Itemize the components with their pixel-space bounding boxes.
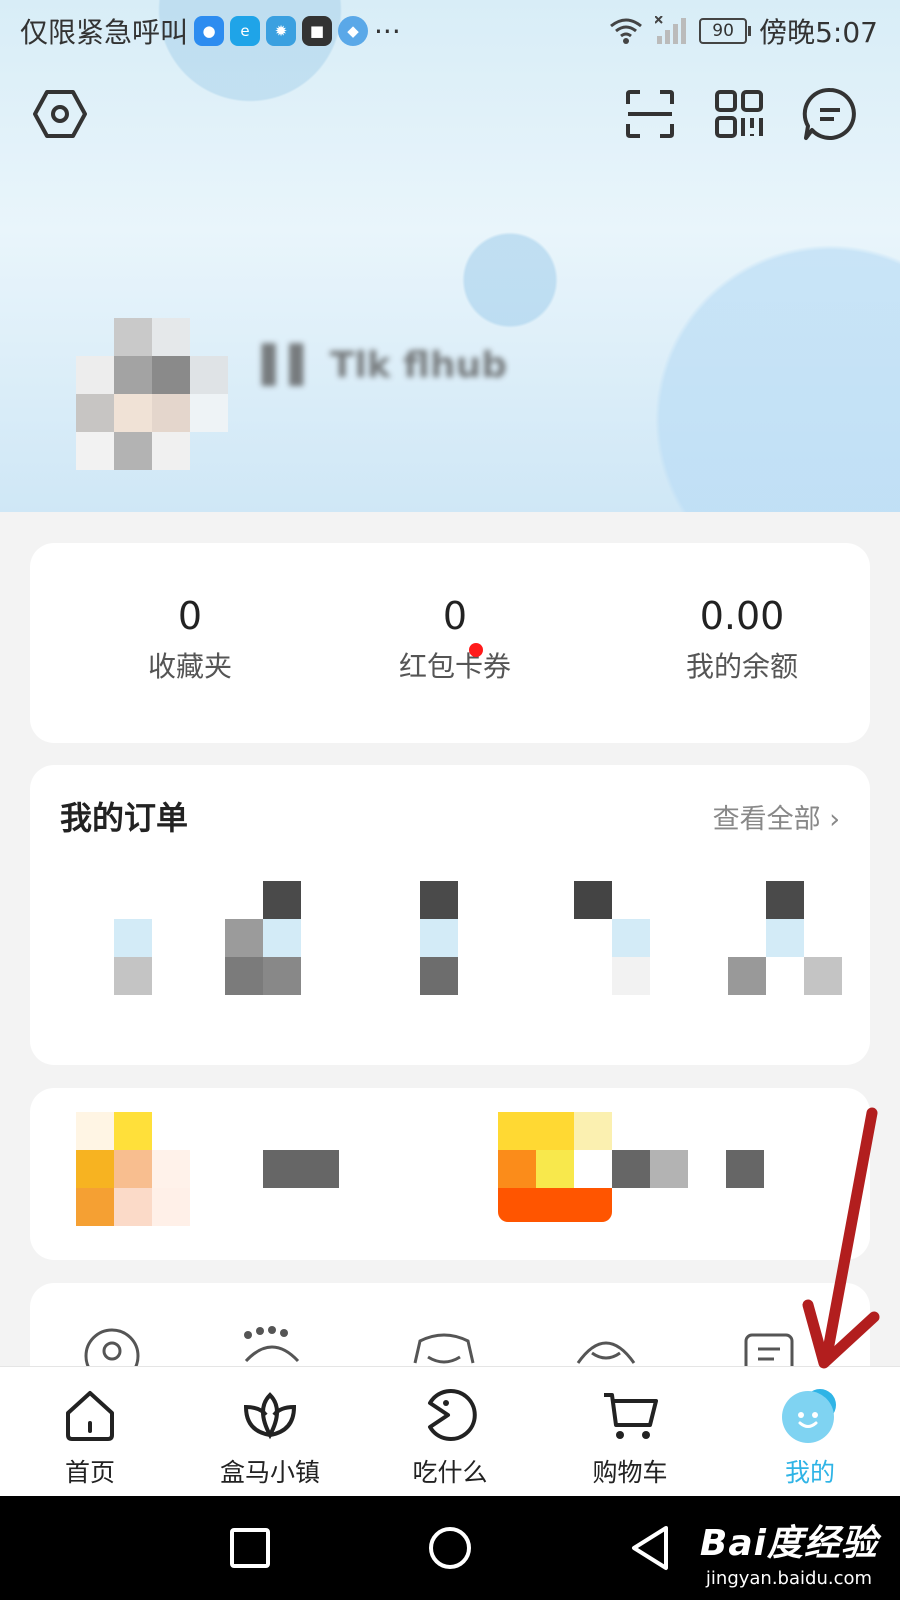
- recents-square-icon[interactable]: [228, 1526, 272, 1570]
- pacman-icon: [428, 1389, 477, 1441]
- favorites-count: 0: [177, 594, 203, 638]
- chevron-right-icon: ›: [829, 804, 840, 835]
- view-all-label: 查看全部: [712, 804, 821, 835]
- coupons-count: 0: [442, 594, 468, 638]
- wifi-icon: [610, 18, 643, 44]
- avatar[interactable]: [76, 318, 228, 470]
- signal-icon: [655, 16, 687, 44]
- tab-mine-label: 我的: [784, 1458, 835, 1487]
- profile-header: 仅限紧急呼叫 ● e ✹ ■ ◆ ··· 90 傍晚5:07 ▌▌ Tlk fl…: [0, 0, 900, 512]
- status-left: 仅限紧急呼叫 ● e ✹ ■ ◆ ···: [20, 12, 401, 50]
- tab-cart[interactable]: 购物车: [555, 1367, 705, 1497]
- tab-what-to-eat-label: 吃什么: [412, 1458, 488, 1487]
- status-bar: 仅限紧急呼叫 ● e ✹ ■ ◆ ··· 90 傍晚5:07: [0, 0, 900, 62]
- status-right: 90 傍晚5:07: [609, 12, 878, 50]
- browser-app-icon: e: [230, 16, 261, 46]
- favorites-label: 收藏夹: [147, 650, 232, 683]
- settings-button[interactable]: [30, 84, 90, 144]
- bulb-app-icon: ●: [194, 16, 225, 46]
- bottom-tab-bar: 首页 盒马小镇 吃什么 购物车 我的: [0, 1366, 900, 1497]
- stat-favorites[interactable]: 0 收藏夹: [70, 591, 310, 685]
- tab-hema-town-label: 盒马小镇: [219, 1458, 320, 1487]
- cart-icon: [604, 1393, 658, 1439]
- watermark-url: jingyan.baidu.com: [705, 1568, 873, 1589]
- wallet-app-icon: ◆: [338, 16, 369, 46]
- stats-card: 0 收藏夹 0 红包卡券 0.00 我的余额: [30, 543, 870, 743]
- scan-icon: [626, 90, 674, 138]
- qr-code-button[interactable]: [709, 84, 769, 144]
- balance-amount: 0.00: [699, 594, 785, 638]
- tab-home[interactable]: 首页: [15, 1367, 165, 1497]
- stat-balance[interactable]: 0.00 我的余额: [622, 591, 862, 685]
- more-notifications: ···: [374, 14, 401, 48]
- message-bubble-icon: [802, 87, 856, 140]
- balance-label: 我的余额: [685, 650, 798, 683]
- clock: 傍晚5:07: [759, 16, 878, 49]
- back-triangle-icon[interactable]: [628, 1524, 672, 1572]
- annotation-arrow: [802, 1107, 880, 1369]
- settings-hex-icon: [33, 90, 87, 138]
- promo-card: [30, 1088, 870, 1260]
- messages-button[interactable]: [800, 84, 860, 144]
- lotus-icon: [243, 1392, 297, 1440]
- huawei-app-icon: ■: [302, 16, 333, 46]
- tab-hema-town[interactable]: 盒马小镇: [195, 1367, 345, 1497]
- unread-badge-dot: [469, 643, 483, 657]
- orders-card: 我的订单 查看全部 ›: [30, 765, 870, 1065]
- watermark-brand: Bai度经验: [699, 1523, 878, 1564]
- tab-home-label: 首页: [64, 1458, 115, 1487]
- coupons-label: 红包卡券: [398, 650, 511, 683]
- carrier-text: 仅限紧急呼叫: [20, 16, 189, 49]
- tab-what-to-eat[interactable]: 吃什么: [375, 1367, 525, 1497]
- tools-icons-row[interactable]: [30, 1283, 870, 1373]
- qr-code-icon: [715, 90, 763, 138]
- view-all-orders-link[interactable]: 查看全部 ›: [713, 797, 840, 836]
- orders-title: 我的订单: [60, 799, 189, 837]
- battery-indicator: 90: [699, 18, 752, 44]
- tab-cart-label: 购物车: [592, 1458, 668, 1487]
- home-circle-icon[interactable]: [426, 1524, 474, 1572]
- system-navigation-bar: Bai度经验 jingyan.baidu.com: [0, 1496, 900, 1600]
- stat-coupons[interactable]: 0 红包卡券: [335, 591, 575, 685]
- home-icon: [66, 1391, 114, 1441]
- network-app-icon: ✹: [266, 16, 297, 46]
- username: ▌▌ Tlk flhub: [262, 345, 507, 386]
- scan-button[interactable]: [620, 84, 680, 144]
- baidu-jingyan-watermark: Bai度经验 jingyan.baidu.com: [700, 1514, 878, 1589]
